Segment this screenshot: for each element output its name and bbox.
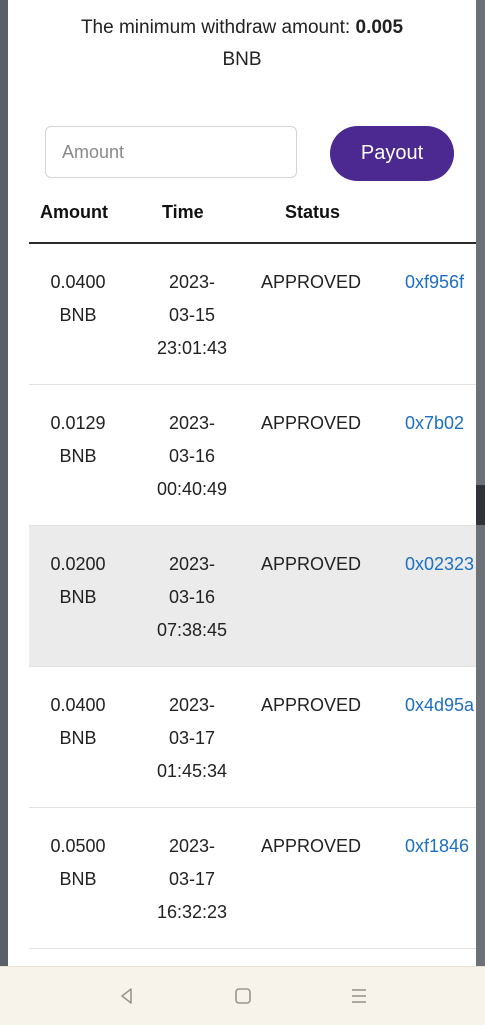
time-value: 01:45:34 (156, 761, 228, 781)
table-row: 0.0400 BNB 2023- 03-17 01:45:34 APPROVED 0x4d9… (29, 667, 476, 808)
cell-amount: 0.0400 BNB (45, 266, 111, 332)
cell-status: APPROVED (261, 695, 362, 715)
cell-time: 2023- 03-17 16:32:23 (149, 830, 235, 929)
date-monthday: 03-15 (168, 305, 216, 325)
table-row: 0.0129 BNB 2023- 03-16 00:40:49 APPROVED 0x7b0… (29, 385, 476, 526)
min-withdraw-currency: BNB (222, 49, 262, 70)
amount-currency: BNB (59, 305, 97, 325)
time-value: 16:32:23 (156, 902, 228, 922)
amount-value: 0.0129 (50, 413, 106, 433)
amount-currency: BNB (59, 728, 97, 748)
cell-status: APPROVED (261, 554, 362, 574)
cell-time: 2023- 03-17 01:45:34 (149, 689, 235, 788)
home-button[interactable] (185, 967, 301, 1025)
amount-value: 0.0400 (50, 695, 106, 715)
cell-amount: 0.0400 BNB (45, 689, 111, 755)
cell-amount: 0.0500 BNB (45, 830, 111, 896)
payout-button[interactable]: Payout (330, 126, 454, 181)
back-icon (120, 988, 132, 1004)
amount-currency: BNB (59, 446, 97, 466)
tx-hash-link[interactable]: 0x4d95a (405, 689, 474, 722)
header-time: Time (162, 202, 204, 222)
amount-value: 0.0500 (50, 836, 106, 856)
table-header: Amount Time Status (29, 190, 476, 244)
scrollbar-thumb[interactable] (476, 485, 485, 525)
back-button[interactable] (69, 967, 185, 1025)
amount-input[interactable] (45, 126, 297, 178)
min-withdraw-value: 0.005 (355, 17, 404, 38)
time-value: 23:01:43 (156, 338, 228, 358)
tx-hash-link[interactable]: 0xf956f (405, 266, 464, 299)
cell-time: 2023- 03-16 07:38:45 (149, 548, 235, 647)
header-amount: Amount (40, 202, 108, 222)
time-value: 07:38:45 (156, 620, 228, 640)
min-withdraw-label: The minimum withdraw amount: (80, 17, 356, 38)
amount-currency: BNB (59, 869, 97, 889)
date-monthday: 03-16 (168, 587, 216, 607)
header-status: Status (285, 202, 341, 222)
tx-hash-link[interactable]: 0x7b02 (405, 407, 464, 440)
amount-currency: BNB (59, 587, 97, 607)
amount-value: 0.0200 (50, 554, 106, 574)
date-year: 2023- (168, 272, 216, 292)
date-year: 2023- (168, 554, 216, 574)
menu-icon (351, 989, 366, 1003)
cell-time: 2023- 03-15 23:01:43 (149, 266, 235, 365)
table-row: 0.0200 BNB 2023- 03-16 07:38:45 APPROVED 0x023… (29, 526, 476, 667)
cell-amount: 0.0129 BNB (45, 407, 111, 473)
tx-hash-link[interactable]: 0x02323 (405, 548, 474, 581)
cell-amount: 0.0200 BNB (45, 548, 111, 614)
table-row: 0.0500 BNB 2023- 03-17 16:32:23 APPROVED 0xf18… (29, 808, 476, 949)
date-year: 2023- (168, 836, 216, 856)
time-value: 00:40:49 (156, 479, 228, 499)
cell-status: APPROVED (261, 836, 362, 856)
home-icon (234, 988, 251, 1004)
withdraw-page: The minimum withdraw amount: 0.005 BNB P… (8, 0, 476, 966)
screen-edge-right (476, 0, 485, 966)
withdraw-history-table: Amount Time Status 0.0400 BNB 2023- 03-15 23… (29, 190, 476, 949)
screen-edge-left (0, 0, 8, 966)
amount-value: 0.0400 (50, 272, 106, 292)
recents-button[interactable] (301, 967, 417, 1025)
minimum-withdraw-notice: The minimum withdraw amount: 0.005 BNB (8, 12, 476, 76)
cell-status: APPROVED (261, 413, 362, 433)
table-row: 0.0400 BNB 2023- 03-15 23:01:43 APPROVED 0xf95… (29, 244, 476, 385)
system-navigation-bar (0, 966, 485, 1025)
tx-hash-link[interactable]: 0xf1846 (405, 830, 469, 863)
date-year: 2023- (168, 695, 216, 715)
date-monthday: 03-17 (168, 728, 216, 748)
date-monthday: 03-16 (168, 446, 216, 466)
cell-status: APPROVED (261, 272, 362, 292)
date-monthday: 03-17 (168, 869, 216, 889)
cell-time: 2023- 03-16 00:40:49 (149, 407, 235, 506)
date-year: 2023- (168, 413, 216, 433)
